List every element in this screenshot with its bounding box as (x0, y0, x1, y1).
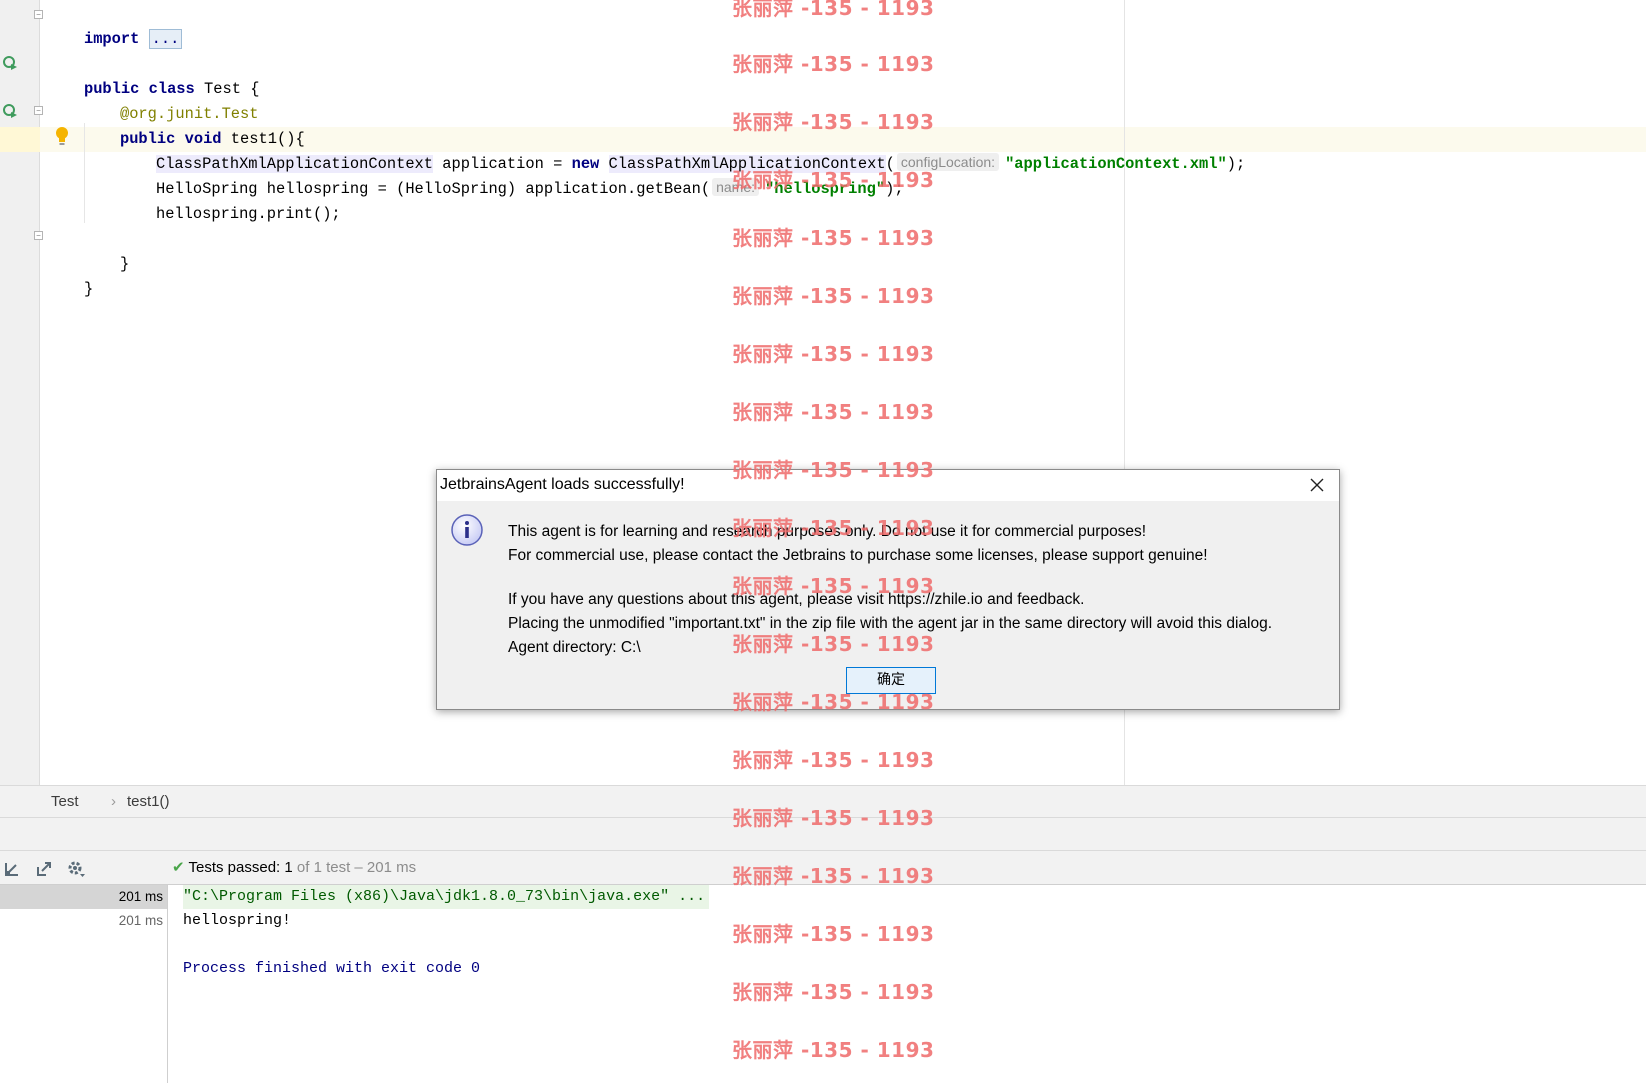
statement-end: ); (885, 180, 904, 198)
brace: } (119, 255, 130, 273)
keyword: import (83, 30, 140, 48)
test-tree-row[interactable]: 201 ms (0, 909, 167, 933)
code-line-getbean[interactable]: HelloSpring hellospring = (HelloSpring) … (119, 152, 904, 198)
parameter-hint: configLocation: (896, 153, 1000, 171)
fold-icon[interactable]: − (34, 231, 43, 240)
string-literal: "applicationContext.xml" (1005, 155, 1227, 173)
code-line-method[interactable]: public void test1(){ (83, 102, 305, 148)
run-tool-window-header (0, 818, 1646, 851)
settings-icon[interactable] (66, 859, 86, 879)
console-output[interactable]: "C:\Program Files (x86)\Java\jdk1.8.0_73… (169, 885, 1646, 1083)
dialog-message-line: Agent directory: C:\ (508, 639, 641, 656)
breadcrumb-item-class[interactable]: Test (51, 793, 79, 810)
code-line-context[interactable]: ClassPathXmlApplicationContext applicati… (119, 127, 1245, 173)
info-icon (451, 514, 483, 546)
export-icon[interactable] (34, 859, 54, 879)
fold-icon[interactable]: − (34, 106, 43, 115)
code-line-import[interactable]: import ... (47, 2, 183, 49)
sort-icon[interactable] (2, 859, 22, 879)
dialog-message-line: For commercial use, please contact the J… (508, 547, 1208, 564)
dialog-message-line: Placing the unmodified "important.txt" i… (508, 615, 1273, 632)
console-output-line: hellospring! (183, 912, 292, 929)
lightbulb-icon[interactable] (55, 126, 69, 146)
run-test-icon[interactable] (2, 55, 18, 71)
code-text: hellospring.print(); (155, 205, 341, 223)
tests-passed-status: ✔ Tests passed: 1 of 1 test – 201 ms (172, 858, 416, 878)
breadcrumb: Test › test1() (0, 785, 1646, 818)
breadcrumb-separator: › (111, 793, 116, 810)
run-test-icon[interactable] (2, 103, 18, 119)
string-literal: "hellospring" (765, 180, 886, 198)
statement-end: ); (1226, 155, 1246, 173)
status-label: Tests passed: (188, 859, 281, 876)
caret-gutter-highlight (0, 127, 40, 152)
folded-imports[interactable]: ... (148, 29, 183, 49)
code-line-class[interactable]: public class Test { (47, 52, 260, 98)
code-line-print[interactable]: hellospring.print(); (119, 177, 341, 223)
status-detail: of 1 test – 201 ms (296, 859, 417, 876)
code-line-annotation[interactable]: @org.junit.Test (83, 77, 259, 123)
close-icon[interactable] (1307, 475, 1327, 495)
code-line-close-class[interactable]: } (47, 252, 93, 298)
ok-button[interactable]: 确定 (846, 667, 936, 694)
fold-icon[interactable]: − (34, 10, 43, 19)
status-count: 1 (284, 859, 293, 876)
dialog-title: JetbrainsAgent loads successfully! (440, 476, 685, 493)
check-icon: ✔ (172, 859, 185, 876)
parameter-hint: name: (712, 178, 760, 196)
dialog-titlebar[interactable]: JetbrainsAgent loads successfully! (437, 470, 1339, 501)
test-tree-row[interactable]: 201 ms (0, 885, 167, 909)
test-results-tree[interactable]: 201 ms 201 ms (0, 885, 168, 1083)
code-line-close-method[interactable]: } (83, 227, 129, 273)
console-command-line[interactable]: "C:\Program Files (x86)\Java\jdk1.8.0_73… (183, 885, 710, 909)
agent-dialog: JetbrainsAgent loads successfully! This … (436, 469, 1340, 710)
dialog-message-line: This agent is for learning and research … (508, 523, 1147, 540)
breadcrumb-item-method[interactable]: test1() (127, 793, 170, 810)
console-exit-line: Process finished with exit code 0 (183, 960, 481, 977)
brace: } (83, 280, 94, 298)
dialog-message-line: If you have any questions about this age… (508, 591, 1085, 608)
